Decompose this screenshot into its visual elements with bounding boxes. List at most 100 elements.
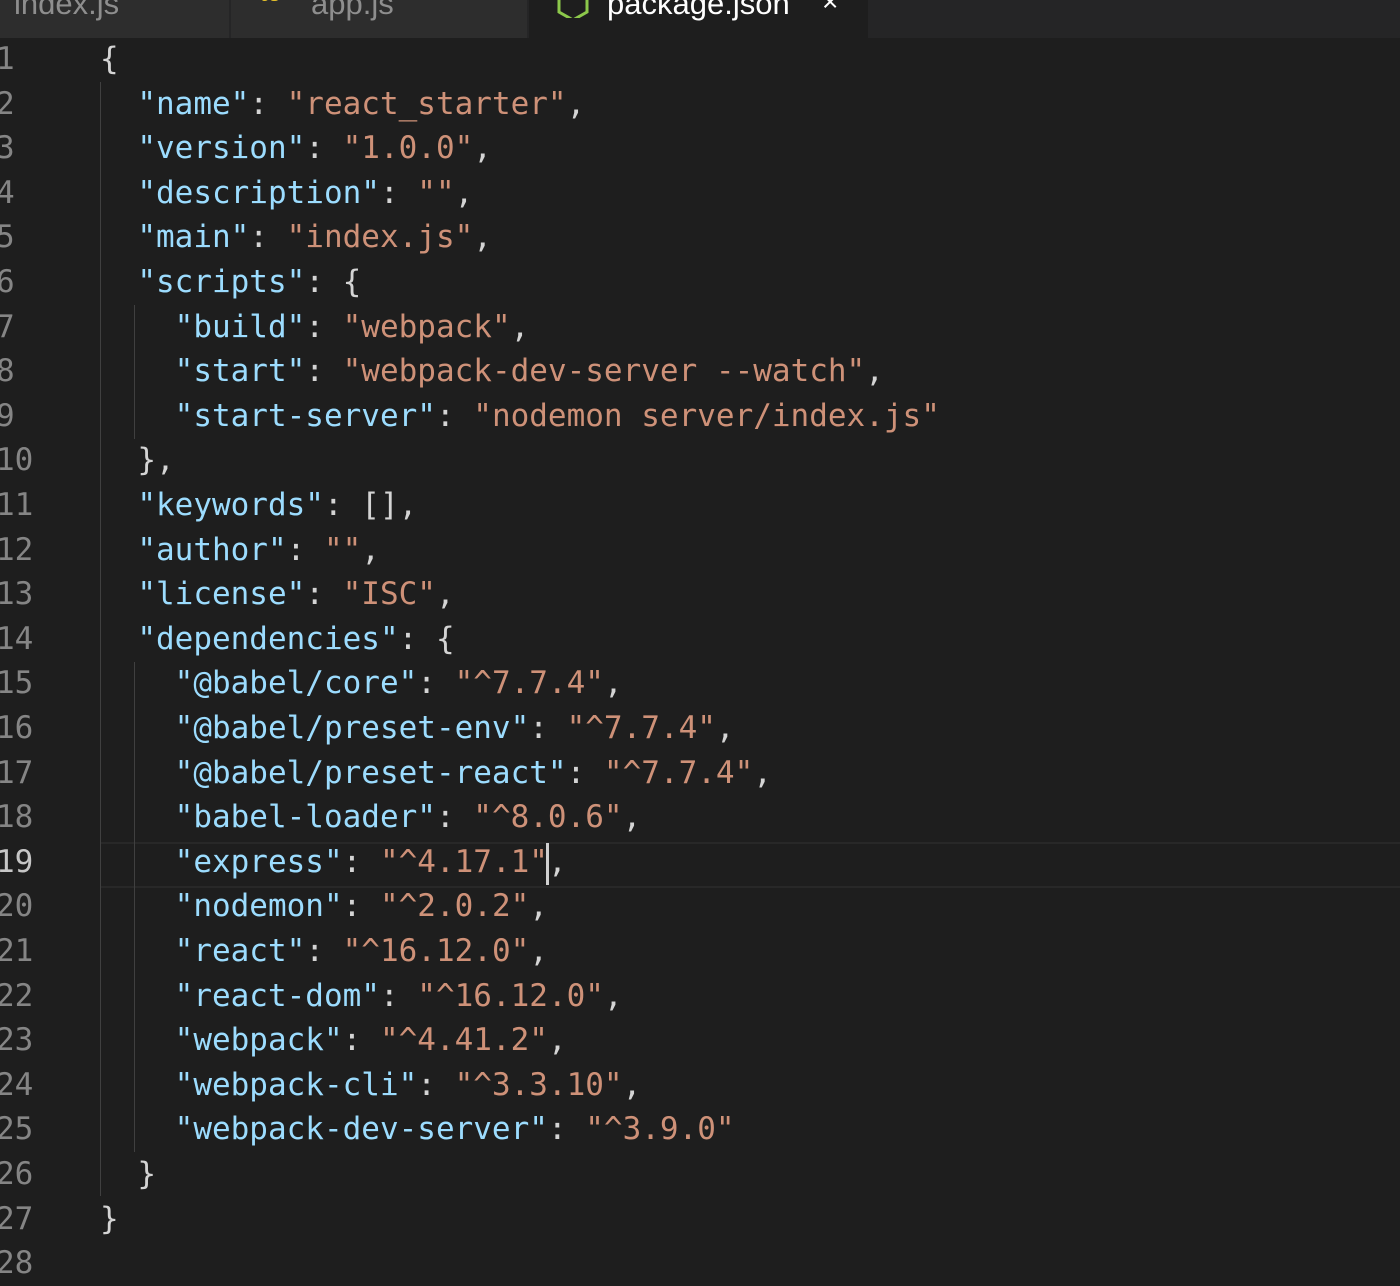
line-code: "react-dom": "^16.12.0", [100,974,623,1019]
code-line[interactable]: 15 "@babel/core": "^7.7.4", [0,661,1400,706]
code-line[interactable]: 26 } [0,1152,1400,1197]
line-number: 21 [0,933,34,969]
line-number: 5 [0,219,15,256]
close-tab-icon[interactable]: × [822,0,838,18]
code-line[interactable]: 8 "start": "webpack-dev-server --watch", [0,349,1400,394]
code-line[interactable]: 5 "main": "index.js", [0,215,1400,260]
code-line[interactable]: 14 "dependencies": { [0,617,1400,662]
line-number: 22 [0,977,34,1014]
json-key: "keywords" [137,487,324,523]
line-number: 24 [0,1066,34,1103]
json-key: "react-dom" [174,977,380,1014]
line-number: 7 [0,308,15,345]
json-key: "@babel/core" [174,665,418,702]
json-string: "index.js" [286,219,474,256]
line-number: 3 [0,130,15,167]
line-code: "nodemon": "^2.0.2", [100,884,548,929]
text-cursor [546,843,549,885]
code-line[interactable]: 6 "scripts": { [0,260,1400,305]
json-punctuation: : [342,1022,380,1059]
json-string: "^16.12.0" [417,977,604,1014]
json-string: "^8.0.6" [473,799,623,836]
code-line[interactable]: 16 "@babel/preset-env": "^7.7.4", [0,706,1400,751]
code-line[interactable]: 28 [0,1241,1400,1286]
json-punctuation: , [622,799,642,836]
code-line[interactable]: 13 "license": "ISC", [0,572,1400,617]
line-code: "build": "webpack", [100,305,530,350]
line-number: 9 [0,397,15,434]
json-key: "version" [137,130,306,167]
json-string: "^3.9.0" [585,1111,735,1148]
code-line[interactable]: 20 "nodemon": "^2.0.2", [0,884,1400,929]
line-number: 18 [0,799,34,836]
json-punctuation: : [249,219,287,256]
code-line[interactable]: 22 "react-dom": "^16.12.0", [0,974,1400,1019]
json-punctuation: , [622,1066,642,1103]
json-punctuation: : [435,397,474,434]
json-punctuation: } [100,1200,119,1237]
line-number: 16 [0,710,34,746]
code-editor[interactable]: 1{2 "name": "react_starter", 3 "version":… [0,37,1400,1281]
line-code: "@babel/core": "^7.7.4", [100,661,623,706]
code-line[interactable]: 11 "keywords": [], [0,483,1400,528]
json-punctuation: : [529,710,567,746]
line-code: }, [100,438,174,483]
code-line[interactable]: 1{ [0,37,1400,82]
json-punctuation: : [417,1066,455,1103]
json-punctuation: : [342,888,380,925]
json-key: "webpack" [174,1022,343,1059]
tab-index-js[interactable]: index.js [0,0,230,38]
json-punctuation: : [379,977,418,1014]
json-key: "@babel/preset-react" [174,754,567,791]
line-code: "react": "^16.12.0", [100,929,548,974]
code-line[interactable]: 18 "babel-loader": "^8.0.6", [0,795,1400,840]
json-punctuation: , [454,174,474,211]
code-line[interactable]: 23 "webpack": "^4.41.2", [0,1018,1400,1063]
json-punctuation: : { [305,264,362,300]
json-punctuation: , [715,710,735,746]
json-punctuation: { [100,41,119,77]
js-badge-icon: JS [261,0,291,8]
line-number: 10 [0,442,34,479]
code-line[interactable]: 10 }, [0,438,1400,483]
json-punctuation: , [435,576,455,613]
line-number: 27 [0,1200,34,1237]
json-key: "description" [137,174,380,211]
json-string: "" [323,531,362,568]
code-line[interactable]: 9 "start-server": "nodemon server/index.… [0,394,1400,439]
line-number: 8 [0,353,15,390]
json-punctuation: : [305,933,343,969]
line-number: 28 [0,1245,34,1282]
code-line[interactable]: 21 "react": "^16.12.0", [0,929,1400,974]
code-line[interactable]: 25 "webpack-dev-server": "^3.9.0" [0,1107,1400,1152]
code-line[interactable]: 7 "build": "webpack", [0,305,1400,350]
code-line[interactable]: 17 "@babel/preset-react": "^7.7.4", [0,751,1400,796]
json-key: "author" [137,531,287,568]
tab-package-json[interactable]: package.json [529,0,869,38]
code-line[interactable]: 4 "description": "", [0,171,1400,216]
line-code: "author": "", [100,528,380,573]
line-code: "webpack": "^4.41.2", [100,1018,567,1063]
tab-app-js[interactable]: JS app.js [231,0,528,38]
code-line[interactable]: 27} [0,1197,1400,1242]
line-number: 17 [0,754,34,791]
json-punctuation: , [566,85,586,122]
code-line[interactable]: 12 "author": "", [0,528,1400,573]
code-line[interactable]: 3 "version": "1.0.0", [0,126,1400,171]
line-code: "webpack-cli": "^3.3.10", [100,1063,642,1108]
code-line[interactable]: 24 "webpack-cli": "^3.3.10", [0,1063,1400,1108]
json-string: "nodemon server/index.js" [473,397,940,434]
code-line[interactable]: 19 "express": "^4.17.1", [0,840,1400,885]
json-punctuation: : [342,843,380,880]
json-string: "webpack" [342,308,511,345]
code-line[interactable]: 2 "name": "react_starter", [0,82,1400,127]
line-code: "scripts": { [100,260,361,305]
json-punctuation: } [137,1156,156,1192]
